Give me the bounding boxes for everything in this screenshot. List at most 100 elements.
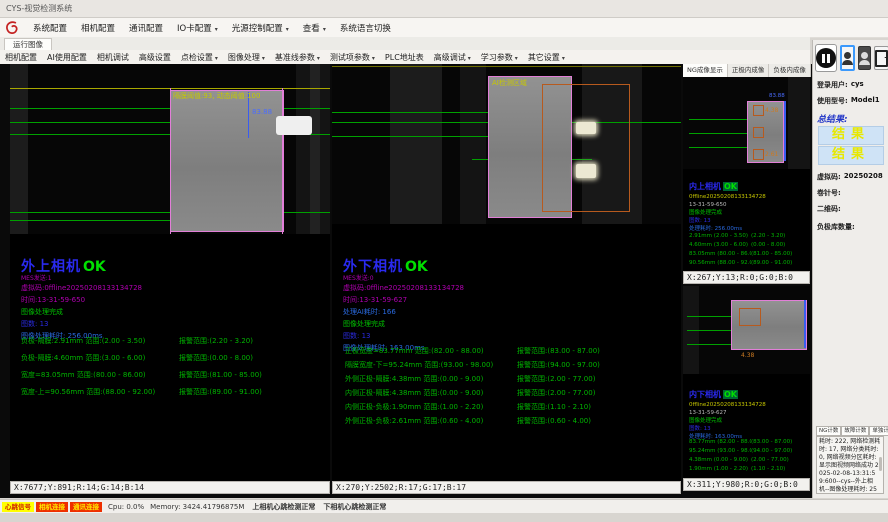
app-window: CYS-视觉检测系统 系统配置 相机配置 通讯配置 IO卡配置 光源控制配置 查… [0,0,888,522]
window-title: CYS-视觉检测系统 [6,4,72,13]
measurement-row: 内侧正极-负极:1.90mm 范围:(1.00 - 2.20) 报警范围:(1.… [345,402,675,412]
toolbar-baseline-params[interactable]: 基准线参数 [270,52,325,63]
toolbar-image-processing[interactable]: 图像处理 [223,52,270,63]
pixel-coords: X:270;Y:2502;R:17;G:17;B:17 [336,483,466,492]
toolbar-learning-params[interactable]: 学习参数 [476,52,523,63]
exit-door-icon [875,50,888,67]
measurement-row: 90.56mm (88.00 - 92.00) (89.00 - 91.00) [689,259,807,268]
log-scrollbar[interactable] [879,457,882,471]
menu-item-io-config[interactable]: IO卡配置 [170,22,225,34]
toolbar-other-settings[interactable]: 其它设置 [523,52,570,63]
exit-button[interactable] [874,46,888,70]
menu-item-language-switch[interactable]: 系统语言切换 [333,22,398,34]
result-block-inner-upper: 内上相机OK 0ffline20250208133134728 13-31-59… [689,174,766,233]
heartbeat-upper-status: 上相机心跳检测正常 [252,502,315,512]
measurement-row: 正极宽度=83.77mm 范围:(82.00 - 88.00) 报警范围:(83… [345,346,675,356]
image-count: 图数: 13 [689,217,766,225]
needle-label: 卷针号: [817,188,841,198]
camera-image-outer-lower[interactable]: AI检测区域 [332,64,681,224]
toolbar-advanced-debug[interactable]: 高级调试 [429,52,476,63]
measurement-row: 95.24mm (93.00 - 98.00) (94.00 - 97.00) [689,447,807,456]
toolbar-ai-usage-config[interactable]: AI使用配置 [42,52,92,63]
pixel-coords: X:311;Y:980;R:0;G:0;B:0 [687,480,798,489]
clip-blob [276,116,312,135]
login-user-row: 登录用户: cys [817,80,887,90]
log-tab-ng-count[interactable]: NG计数 [816,426,841,436]
menu-item-light-config[interactable]: 光源控制配置 [225,22,296,34]
toolbar-test-params[interactable]: 测试项参数 [325,52,380,63]
result-block-outer-lower: 外下相机OK MES发送:0 虚拟码:0ffline20250208133134… [343,256,464,354]
model-row: 使用型号: Model1 [817,96,887,106]
measurement-row: 83.05mm (80.00 - 86.00) (81.00 - 85.00) [689,250,807,259]
measurement-row: 1.90mm (1.00 - 2.20) (1.10 - 2.10) [689,465,807,474]
main-content: 83.88 隔膜阈值:93, 动态阈值:100 外上相机OK MES发送:1 虚… [0,64,812,498]
virtual-code: 0ffline20250208133134728 [689,193,766,201]
ai-roi-rect [542,84,630,212]
coords-inner-lower: X:311;Y:980;R:0;G:0;B:0 [683,478,810,491]
measure-value-label: 83.88 [252,108,272,116]
toolbar: 相机配置 AI使用配置 相机调试 高级设置 点检设置 图像处理 基准线参数 测试… [0,50,810,65]
user-icon [861,52,868,59]
log-textbox[interactable]: 耗时: 222, 网络检测耗时: 17, 网络分类耗时: 0, 网络视频分区耗时… [816,436,884,494]
tab-ng-display[interactable]: NG成像显示 [683,64,728,77]
menu-item-view[interactable]: 查看 [296,22,333,34]
toolbar-camera-debug[interactable]: 相机调试 [92,52,134,63]
log-tab-single-count[interactable]: 单独计数 [869,426,888,436]
qr-label: 二维码: [817,204,841,214]
tab-row: 运行图像 [0,37,810,51]
camera-image-outer-upper[interactable]: 83.88 隔膜阈值:93, 动态阈值:100 [10,64,330,234]
processing-done: 图像处理完成 [343,318,464,330]
image-texture [10,64,28,234]
toolbar-plc-address[interactable]: PLC地址表 [380,52,429,63]
model-label: 使用型号: [817,96,848,106]
tab-cathode-inner[interactable]: 正极内成像 [728,64,770,77]
toolbar-spot-check[interactable]: 点检设置 [176,52,223,63]
vcode-row: 虚拟码: 20250208 [817,172,887,182]
result-block-outer-upper: 外上相机OK MES发送:1 虚拟码:0ffline20250208133134… [21,256,142,342]
weld-glow [576,122,596,134]
measurement-row: 负极-隔膜:2.91mm 范围:(2.00 - 3.50) 报警范围:(2.20… [21,336,326,346]
pause-button[interactable] [815,44,837,72]
toolbar-advanced-settings[interactable]: 高级设置 [134,52,176,63]
login-user-value: cys [851,80,864,90]
camera-image-inner-lower[interactable]: 4.38 [683,286,810,374]
measurement-row: 隔膜宽度-下=95.24mm 范围:(93.00 - 98.00) 报警范围:(… [345,360,675,370]
measurement-list: 83.77mm (82.00 - 88.00) (83.00 - 87.00) … [689,438,807,474]
menu-item-comm-config[interactable]: 通讯配置 [122,22,170,34]
vcode-label: 虚拟码: [817,172,841,182]
status-ok: OK [405,259,428,275]
measurement-row: 外侧正极-隔膜:4.38mm 范围:(0.00 - 9.00) 报警范围:(2.… [345,374,675,384]
window-titlebar: CYS-视觉检测系统 [0,0,888,18]
measurement-row: 内侧正极-隔膜:4.38mm 范围:(0.00 - 9.00) 报警范围:(2.… [345,388,675,398]
processing-done: 图像处理完成 [689,417,766,425]
measurement-row: 宽度-上=90.56mm 范围:(88.00 - 92.00) 报警范围:(89… [21,387,326,397]
menu-item-camera-config[interactable]: 相机配置 [74,22,122,34]
measurement-row: 4.60mm (3.00 - 6.00) (0.00 - 8.00) [689,241,807,250]
cpu-usage: Cpu: 0.0% [108,503,144,511]
virtual-code: 0ffline20250208133134728 [689,401,766,409]
status-ok: OK [723,182,738,191]
roi-edge [170,88,171,234]
operator-button[interactable] [858,46,871,70]
small-panel-tabs: NG成像显示 正极内成像 负极内成像 [683,64,810,78]
capture-time: 时间:13-31-59-650 [21,294,142,306]
camera-name: 内下相机 [689,390,721,399]
camera-connection-badge: 相机连接 [36,502,68,512]
virtual-code: 虚拟码:0ffline20250208133134728 [343,282,464,294]
roi-tag: 4.38 [765,107,778,114]
status-ok: OK [83,259,106,275]
control-buttons [815,44,887,72]
menu-item-system-config[interactable]: 系统配置 [26,22,74,34]
coords-outer-lower: X:270;Y:2502;R:17;G:17;B:17 [332,481,681,494]
camera-panel-inner-upper: NG成像显示 正极内成像 负极内成像 4.38 2.61 83.88 [683,64,810,271]
toolbar-camera-config[interactable]: 相机配置 [0,52,42,63]
total-result-label: 总结果: [817,112,848,125]
camera-panel-outer-lower: AI检测区域 外下相机OK MES发送:0 虚拟码:0ffline2025020… [332,64,681,481]
log-tabs: NG计数 故障计数 单独计数 [816,426,886,436]
camera-image-inner-upper[interactable]: 4.38 2.61 83.88 [683,77,810,169]
login-user-button[interactable] [840,45,855,71]
tab-anode-inner[interactable]: 负极内成像 [769,64,811,77]
roi-tag: 2.61 [765,151,778,158]
log-tab-fault-count[interactable]: 故障计数 [841,426,869,436]
threshold-label: 隔膜阈值:93, 动态阈值:100 [173,91,260,101]
